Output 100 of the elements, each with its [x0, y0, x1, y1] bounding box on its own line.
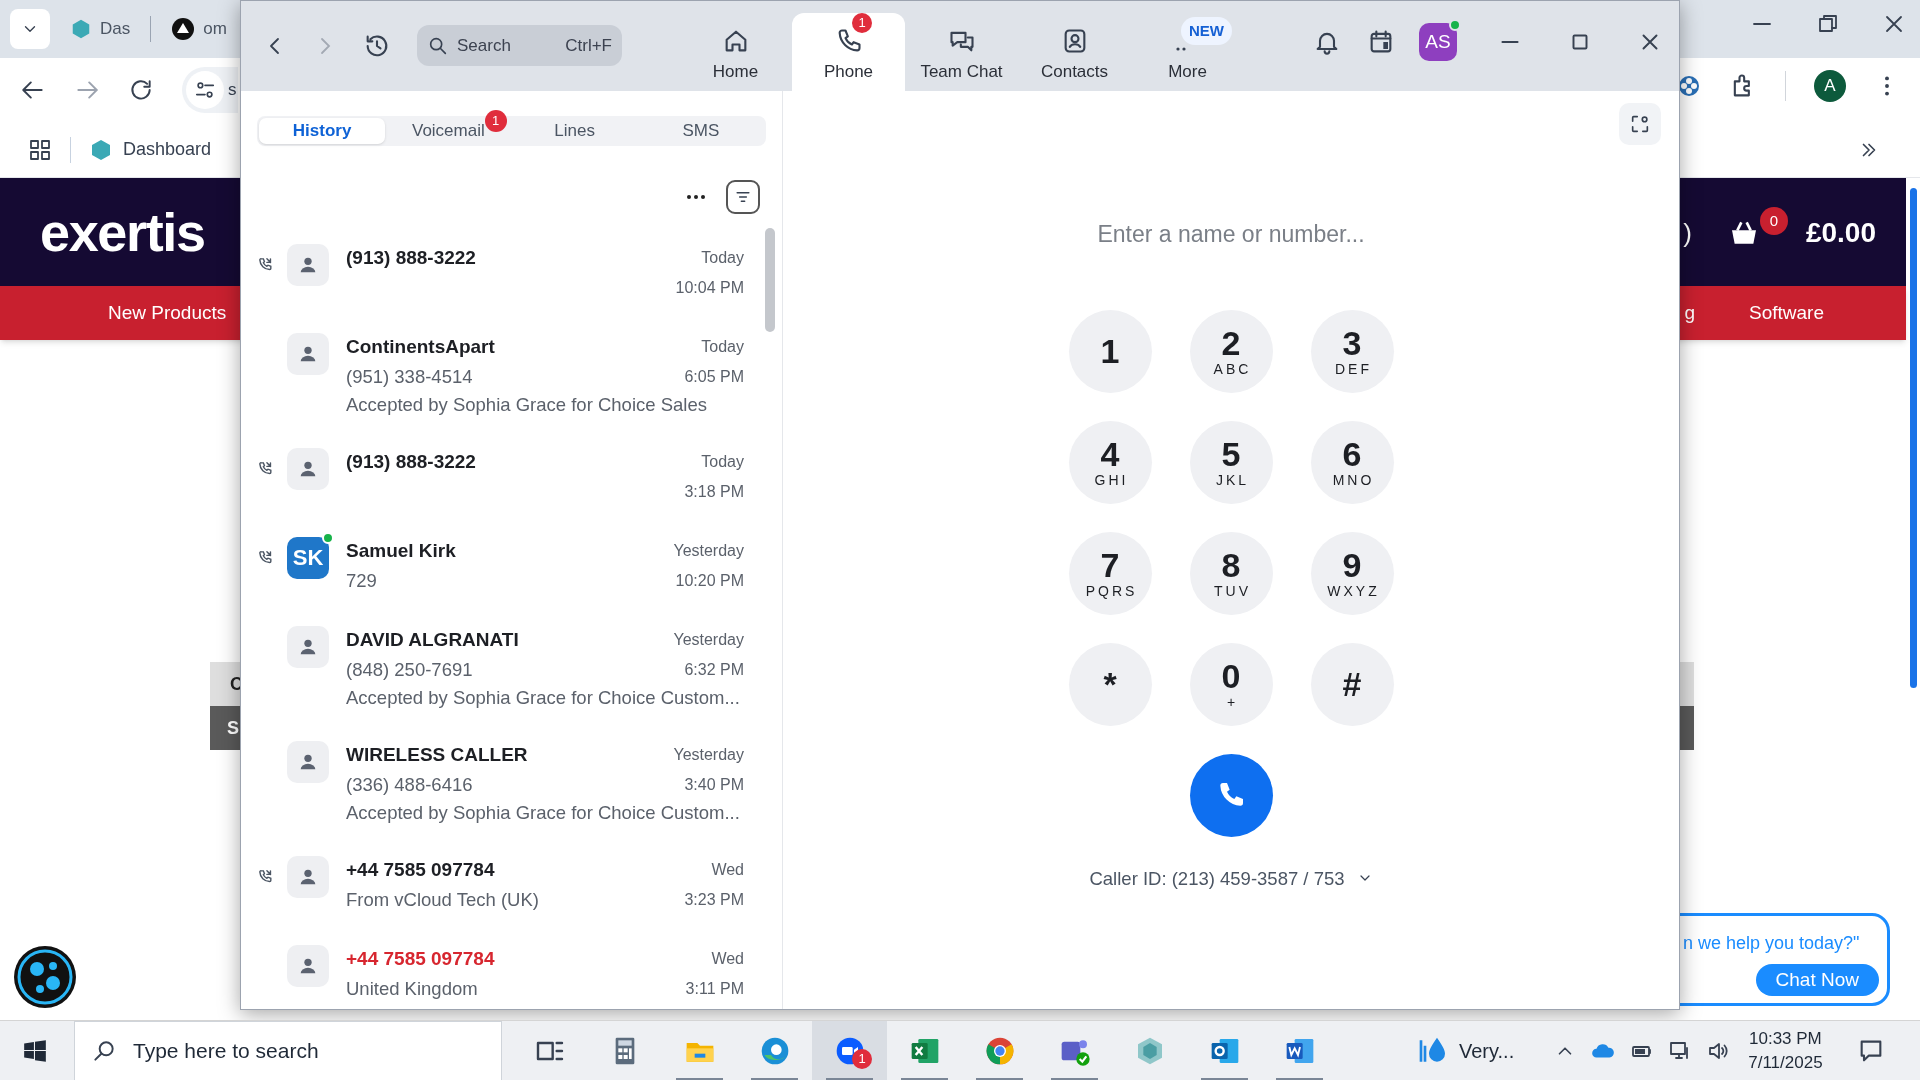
- call-history-item[interactable]: +44 7585 097784 Wed From vCloud Tech (UK) 3:23 PM: [257, 855, 744, 945]
- dial-key[interactable]: 8 TUV: [1189, 531, 1273, 615]
- list-scrollbar[interactable]: [765, 228, 775, 332]
- dial-key[interactable]: 2 ABC: [1189, 309, 1273, 393]
- table-header: S: [210, 706, 240, 750]
- call-detail: (848) 250-7691: [346, 657, 473, 682]
- filter-button[interactable]: [726, 179, 760, 214]
- nav-tab[interactable]: Contacts: [1018, 13, 1131, 91]
- call-history-item[interactable]: WIRELESS CALLER Yesterday (336) 488-6416 3:40 PM Accepted by Sophia Grace for Choice Custom...: [257, 740, 744, 856]
- call-time: 3:40 PM: [684, 774, 744, 795]
- caller-name: Samuel Kirk: [346, 538, 456, 563]
- more-icon: [1175, 47, 1186, 51]
- caller-name: ContinentsApart: [346, 334, 495, 359]
- call-time: 6:32 PM: [684, 659, 744, 680]
- taskbar-app[interactable]: 1: [812, 1020, 887, 1080]
- dial-key[interactable]: 5 JKL: [1189, 420, 1273, 504]
- tab[interactable]: History: [259, 118, 386, 144]
- browser-tab[interactable]: om: [165, 9, 233, 49]
- call-history-item[interactable]: +44 7585 097784 Wed United Kingdom 3:11 PM: [257, 944, 744, 1009]
- call-day: Today: [701, 335, 744, 358]
- caller-name: (913) 888-3222: [346, 245, 476, 270]
- phone-number-field[interactable]: Enter a name or number...: [971, 217, 1491, 252]
- new-badge: NEW: [1181, 17, 1232, 45]
- caller-name: DAVID ALGRANATI: [346, 627, 519, 652]
- call-day: Yesterday: [673, 539, 744, 562]
- hexagon-icon: [70, 18, 92, 40]
- reload-icon[interactable]: [128, 77, 154, 103]
- nav-tab[interactable]: Team Chat: [905, 13, 1018, 91]
- accessibility-widget-icon[interactable]: [13, 945, 77, 1009]
- browser-tab[interactable]: Das: [64, 9, 137, 49]
- apps-icon[interactable]: [28, 137, 52, 162]
- call-time: 3:23 PM: [684, 889, 744, 910]
- call-time: 10:20 PM: [675, 570, 744, 591]
- dial-key[interactable]: 0 +: [1189, 642, 1273, 726]
- windows-start-icon[interactable]: [22, 1037, 48, 1064]
- call-detail: (951) 338-4514: [346, 364, 473, 389]
- dial-key[interactable]: 6 MNO: [1310, 420, 1394, 504]
- nav-link[interactable]: New Products: [108, 298, 227, 328]
- dial-key[interactable]: 9 WXYZ: [1310, 531, 1394, 615]
- call-time: 10:04 PM: [675, 277, 744, 298]
- search-field[interactable]: Search Ctrl+F: [417, 25, 622, 66]
- call-detail: From vCloud Tech (UK): [346, 887, 539, 912]
- nav-tab[interactable]: Phone 1: [792, 13, 905, 91]
- site-logo[interactable]: exertis: [40, 191, 205, 273]
- dial-key[interactable]: 1: [1068, 309, 1152, 393]
- call-history-item[interactable]: DAVID ALGRANATI Yesterday (848) 250-7691 6:32 PM Accepted by Sophia Grace for Choice Custom...: [257, 625, 744, 741]
- dial-key[interactable]: 7 PQRS: [1068, 531, 1152, 615]
- taskbar-search-field[interactable]: Type here to search: [74, 1020, 502, 1080]
- bookmark[interactable]: Dashboard: [89, 136, 212, 163]
- nav-tab[interactable]: Home: [679, 13, 792, 91]
- call-day: Wed: [711, 947, 744, 970]
- caller-name: +44 7585 097784: [346, 857, 495, 882]
- notification-badge: 1: [484, 110, 507, 132]
- call-history-item[interactable]: ContinentsApart Today (951) 338-4514 6:05 PM Accepted by Sophia Grace for Choice Sales: [257, 332, 744, 448]
- call-detail: 729: [346, 568, 377, 593]
- address-bar[interactable]: s: [182, 67, 238, 113]
- dial-key[interactable]: 4 GHI: [1068, 420, 1152, 504]
- call-day: Yesterday: [673, 628, 744, 651]
- call-time: 3:11 PM: [685, 978, 744, 999]
- nav-link[interactable]: Software: [1749, 298, 1824, 328]
- call-detail: Accepted by Sophia Grace for Choice Sales: [346, 392, 707, 417]
- site-settings-icon[interactable]: [194, 79, 216, 101]
- tab[interactable]: SMS: [637, 118, 764, 144]
- caller-name: +44 7585 097784: [346, 946, 495, 971]
- hexagon-icon: [89, 137, 113, 162]
- nav-link[interactable]: g: [1684, 298, 1695, 328]
- table-header: [1680, 662, 1694, 706]
- dial-key[interactable]: #: [1310, 642, 1394, 726]
- notification-badge: 1: [852, 1048, 872, 1069]
- call-day: Today: [701, 246, 744, 269]
- call-detail: Accepted by Sophia Grace for Choice Custom...: [346, 685, 740, 710]
- call-day: Wed: [711, 858, 744, 881]
- notification-badge: 1: [852, 13, 872, 33]
- user-avatar[interactable]: AS: [1419, 23, 1457, 61]
- extension-icon[interactable]: [1677, 74, 1701, 98]
- call-history-item[interactable]: (913) 888-3222 Today 3:18 PM: [257, 447, 744, 537]
- dial-key[interactable]: *: [1068, 642, 1152, 726]
- caller-id-selector[interactable]: Caller ID: (213) 459-3587 / 753: [1089, 864, 1373, 893]
- clock[interactable]: 10:33 PM 7/11/2025: [1748, 1026, 1823, 1075]
- header-text: ): [1683, 216, 1692, 250]
- call-detail: United Kingdom: [346, 976, 478, 1001]
- weather-widget[interactable]: Very...: [1417, 1034, 1515, 1067]
- caller-name: WIRELESS CALLER: [346, 742, 528, 767]
- profile-avatar[interactable]: A: [1814, 70, 1846, 102]
- call-detail: (336) 488-6416: [346, 772, 473, 797]
- call-day: Yesterday: [673, 743, 744, 766]
- call-day: Today: [701, 450, 744, 473]
- expand-button[interactable]: [1619, 103, 1661, 145]
- call-history-item[interactable]: (913) 888-3222 Today 10:04 PM: [257, 243, 744, 333]
- call-time: 6:05 PM: [684, 366, 744, 387]
- call-history-item[interactable]: SK Samuel Kirk Yesterday 729 10:20 PM: [257, 536, 744, 626]
- nav-tab[interactable]: NEW More: [1131, 13, 1244, 91]
- call-detail: Accepted by Sophia Grace for Choice Custom...: [346, 800, 740, 825]
- resize-icon: [1629, 113, 1651, 135]
- caller-name: (913) 888-3222: [346, 449, 476, 474]
- cart-total[interactable]: £0.00: [1805, 212, 1876, 254]
- call-time: 3:18 PM: [684, 481, 744, 502]
- tab[interactable]: Lines: [511, 118, 638, 144]
- cart-count: 0: [1759, 207, 1788, 235]
- dial-key[interactable]: 3 DEF: [1310, 309, 1394, 393]
